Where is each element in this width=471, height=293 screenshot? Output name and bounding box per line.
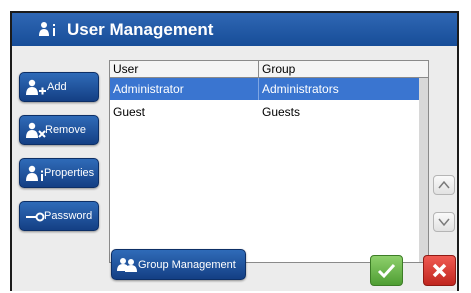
scroll-up-button[interactable] (433, 175, 455, 195)
chevron-down-icon (438, 218, 450, 227)
group-management-label: Group Management (138, 259, 236, 271)
group-cell: Administrators (262, 82, 339, 96)
table-row[interactable]: Administrator Administrators (110, 78, 419, 100)
remove-label: Remove (45, 124, 86, 136)
cancel-button[interactable] (423, 255, 456, 286)
chevron-up-icon (438, 180, 450, 189)
group-icon (117, 258, 137, 272)
checkmark-icon (377, 263, 396, 279)
table-header: User Group (110, 61, 428, 78)
scroll-down-button[interactable] (433, 212, 455, 232)
column-header-group[interactable]: Group (262, 62, 295, 76)
password-label: Password (44, 210, 93, 222)
user-info-icon (39, 22, 55, 36)
vertical-scrollbar[interactable] (419, 78, 428, 262)
column-divider (258, 78, 259, 100)
password-button[interactable]: Password (19, 201, 99, 231)
properties-button[interactable]: Properties (19, 158, 99, 188)
user-remove-icon (26, 122, 46, 138)
column-header-user[interactable]: User (113, 62, 138, 76)
table-row[interactable]: Guest Guests (110, 101, 419, 123)
ok-button[interactable] (370, 255, 403, 286)
close-icon (432, 263, 447, 278)
add-label: Add (47, 81, 67, 93)
column-divider (258, 61, 259, 77)
user-add-icon (26, 79, 46, 95)
group-cell: Guests (262, 105, 301, 119)
window-title: User Management (67, 20, 214, 39)
users-table[interactable]: User Group Administrator Administrators … (109, 60, 429, 263)
remove-button[interactable]: Remove (19, 115, 99, 145)
group-management-button[interactable]: Group Management (111, 249, 246, 280)
title-bar: User Management (12, 13, 457, 46)
user-cell: Administrator (113, 82, 184, 96)
add-button[interactable]: Add (19, 72, 99, 102)
user-cell: Guest (113, 105, 146, 119)
properties-label: Properties (44, 167, 95, 179)
